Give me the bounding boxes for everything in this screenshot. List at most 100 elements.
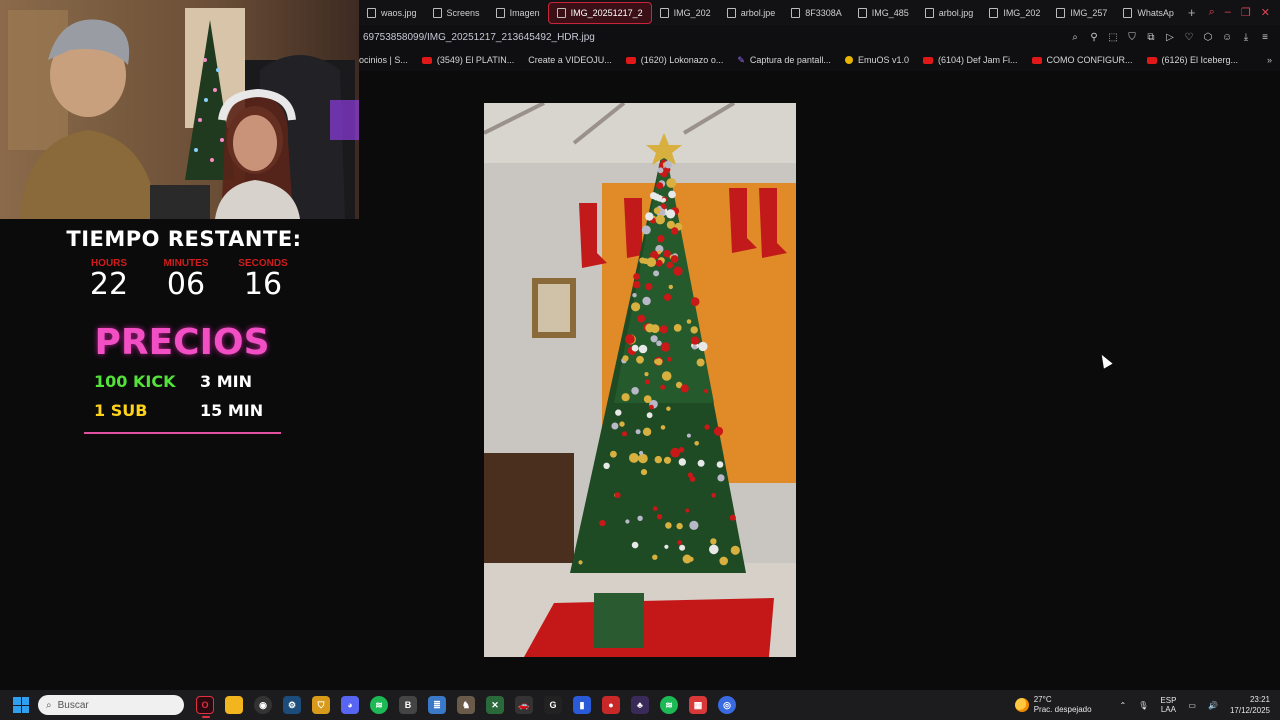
bookmark-label: Create a VIDEOJU... bbox=[528, 55, 612, 65]
system-tray: 27°C Prac. despejado ⌃ 🎙 ESP LAA ▭ 🔊 23:… bbox=[1014, 694, 1280, 716]
clock-time: 23:21 bbox=[1249, 695, 1270, 704]
tab[interactable]: IMG_257 bbox=[1048, 2, 1115, 24]
close-icon[interactable]: ✕ bbox=[1261, 6, 1270, 19]
volume-icon[interactable]: 🔊 bbox=[1208, 701, 1218, 710]
spotify-2-icon[interactable]: ≋ bbox=[660, 696, 678, 714]
new-tab-button[interactable]: + bbox=[1182, 5, 1202, 20]
minimize-icon[interactable]: – bbox=[1225, 6, 1231, 19]
tab-bar: waos.jpg Screens Imagen IMG_20251217_2 I… bbox=[359, 0, 1280, 25]
shield-app-icon[interactable]: ⛉ bbox=[312, 696, 330, 714]
clock[interactable]: 23:21 17/12/2025 bbox=[1230, 694, 1270, 716]
play-icon[interactable]: ▷ bbox=[1165, 32, 1175, 43]
youtube-icon bbox=[625, 56, 636, 64]
tab[interactable]: IMG_202 bbox=[981, 2, 1048, 24]
tab-label: 8F3308A bbox=[805, 7, 842, 18]
bookmark-item[interactable]: ✎ Captura de pantall... bbox=[737, 55, 831, 66]
tab[interactable]: arbol.jpg bbox=[917, 2, 982, 24]
steam-icon[interactable]: ⚙ bbox=[283, 696, 301, 714]
game-icon[interactable]: ♞ bbox=[457, 696, 475, 714]
bookmark-item[interactable]: COMO CONFIGUR... bbox=[1031, 55, 1133, 65]
bookmarks-more-button[interactable]: » bbox=[1267, 55, 1280, 65]
tab[interactable]: IMG_485 bbox=[850, 2, 917, 24]
network-icon[interactable]: ▭ bbox=[1188, 701, 1196, 710]
tab-active[interactable]: IMG_20251217_2 bbox=[547, 1, 652, 24]
image-file-icon bbox=[1056, 7, 1066, 18]
countdown-title: TIEMPO RESTANTE: bbox=[66, 227, 302, 251]
calendar-icon[interactable]: ▦ bbox=[689, 696, 707, 714]
search-icon[interactable]: ⌕ bbox=[1209, 6, 1215, 19]
tab[interactable]: WhatsAp bbox=[1115, 2, 1182, 24]
image-file-icon bbox=[432, 7, 442, 18]
tab[interactable]: Imagen bbox=[488, 2, 548, 24]
tab-label: IMG_202 bbox=[673, 7, 711, 18]
notepad-icon[interactable]: ≣ bbox=[428, 696, 446, 714]
game-launcher-icon[interactable]: B bbox=[399, 696, 417, 714]
copy-icon[interactable]: ⧉ bbox=[1146, 32, 1156, 43]
price-sub-time: 15 MIN bbox=[200, 401, 264, 420]
tab[interactable]: waos.jpg bbox=[359, 2, 425, 24]
youtube-icon bbox=[1146, 56, 1157, 64]
minutes-value: 06 bbox=[166, 267, 206, 302]
seconds-value: 16 bbox=[243, 267, 283, 302]
extensions-icon[interactable]: ⬡ bbox=[1203, 32, 1213, 43]
bookmark-item[interactable]: ocinios | S... bbox=[359, 55, 408, 65]
browser-icon[interactable]: ◎ bbox=[718, 696, 736, 714]
tab[interactable]: Screens bbox=[425, 2, 488, 24]
menu-icon[interactable]: ≡ bbox=[1260, 32, 1270, 43]
taskbar-search[interactable]: ⌕ Buscar bbox=[38, 695, 184, 715]
chevron-up-icon[interactable]: ⌃ bbox=[1120, 701, 1127, 710]
image-file-icon bbox=[924, 7, 934, 18]
snapshot-icon[interactable]: ⬚ bbox=[1108, 32, 1118, 43]
bookmark-label: (3549) El PLATIN... bbox=[436, 55, 515, 65]
epic-icon[interactable]: G bbox=[544, 696, 562, 714]
car-game-icon[interactable]: 🚗 bbox=[515, 696, 533, 714]
bookmark-item[interactable]: (1620) Lokonazo o... bbox=[625, 55, 723, 65]
app-icon[interactable]: ♣ bbox=[631, 696, 649, 714]
image-file-icon bbox=[989, 7, 999, 18]
tab-label: Imagen bbox=[509, 7, 540, 18]
weather-widget[interactable]: 27°C Prac. despejado bbox=[1014, 695, 1092, 715]
address-bar[interactable]: 69753858099/IMG_20251217_213645492_HDR.j… bbox=[359, 25, 1280, 49]
youtube-icon bbox=[922, 56, 933, 64]
tab-label: IMG_202 bbox=[1003, 7, 1041, 18]
bookmark-item[interactable]: EmuOS v1.0 bbox=[844, 55, 909, 65]
image-file-icon bbox=[367, 7, 376, 18]
tab[interactable]: IMG_202 bbox=[652, 2, 719, 24]
bookmark-label: (6126) El Iceberg... bbox=[1161, 55, 1239, 65]
tab[interactable]: arbol.jpe bbox=[719, 2, 784, 24]
shield-icon[interactable]: ⛉ bbox=[1127, 32, 1137, 43]
tab-label: IMG_257 bbox=[1070, 7, 1108, 18]
taskbar: ⌕ Buscar O ◉ ⚙ ⛉ ◕ ≋ B ≣ ♞ ✕ 🚗 G ▮ ● ♣ ≋… bbox=[0, 690, 1280, 720]
download-icon[interactable]: ⤓ bbox=[1241, 32, 1251, 43]
file-explorer-icon[interactable] bbox=[225, 696, 243, 714]
xbox-icon[interactable]: ✕ bbox=[486, 696, 504, 714]
spotify-icon[interactable]: ≋ bbox=[370, 696, 388, 714]
feather-icon: ✎ bbox=[737, 54, 745, 65]
language-indicator[interactable]: ESP LAA bbox=[1160, 696, 1176, 714]
opera-gx-icon[interactable]: O bbox=[196, 696, 214, 718]
bookmark-item[interactable]: Create a VIDEOJU... bbox=[528, 55, 612, 65]
countdown-hours: HOURS 22 bbox=[76, 258, 142, 301]
pin-icon[interactable]: ⚲ bbox=[1089, 32, 1099, 43]
microphone-icon[interactable]: 🎙 bbox=[1138, 701, 1148, 710]
bookmark-item[interactable]: (3549) El PLATIN... bbox=[421, 55, 515, 65]
address-icons: ⌕ ⚲ ⬚ ⛉ ⧉ ▷ ♡ ⬡ ☺ ⤓ ≡ bbox=[1070, 32, 1280, 43]
bookmarks-bar: ocinios | S... (3549) El PLATIN... Creat… bbox=[359, 49, 1280, 71]
bookmark-item[interactable]: (6104) Def Jam Fi... bbox=[922, 55, 1018, 65]
zoom-icon[interactable]: ⌕ bbox=[1070, 32, 1080, 43]
bitwarden-icon[interactable]: ▮ bbox=[573, 696, 591, 714]
start-button[interactable] bbox=[13, 697, 29, 713]
price-sub-amount: 1 SUB bbox=[94, 401, 148, 420]
tab[interactable]: 8F3308A bbox=[783, 2, 850, 24]
obs-icon[interactable]: ◉ bbox=[254, 696, 272, 714]
bookmark-item[interactable]: (6126) El Iceberg... bbox=[1146, 55, 1239, 65]
discord-icon[interactable]: ◕ bbox=[341, 696, 359, 714]
tab-label: arbol.jpe bbox=[740, 7, 776, 18]
stream-overlay: TIEMPO RESTANTE: HOURS 22 MINUTES 06 SEC… bbox=[0, 219, 359, 690]
profile-icon[interactable]: ☺ bbox=[1222, 32, 1232, 43]
maximize-icon[interactable]: ❐ bbox=[1241, 6, 1251, 19]
address-text[interactable]: 69753858099/IMG_20251217_213645492_HDR.j… bbox=[359, 32, 595, 43]
record-icon[interactable]: ● bbox=[602, 696, 620, 714]
bookmark-label: (6104) Def Jam Fi... bbox=[937, 55, 1018, 65]
heart-icon[interactable]: ♡ bbox=[1184, 32, 1194, 43]
